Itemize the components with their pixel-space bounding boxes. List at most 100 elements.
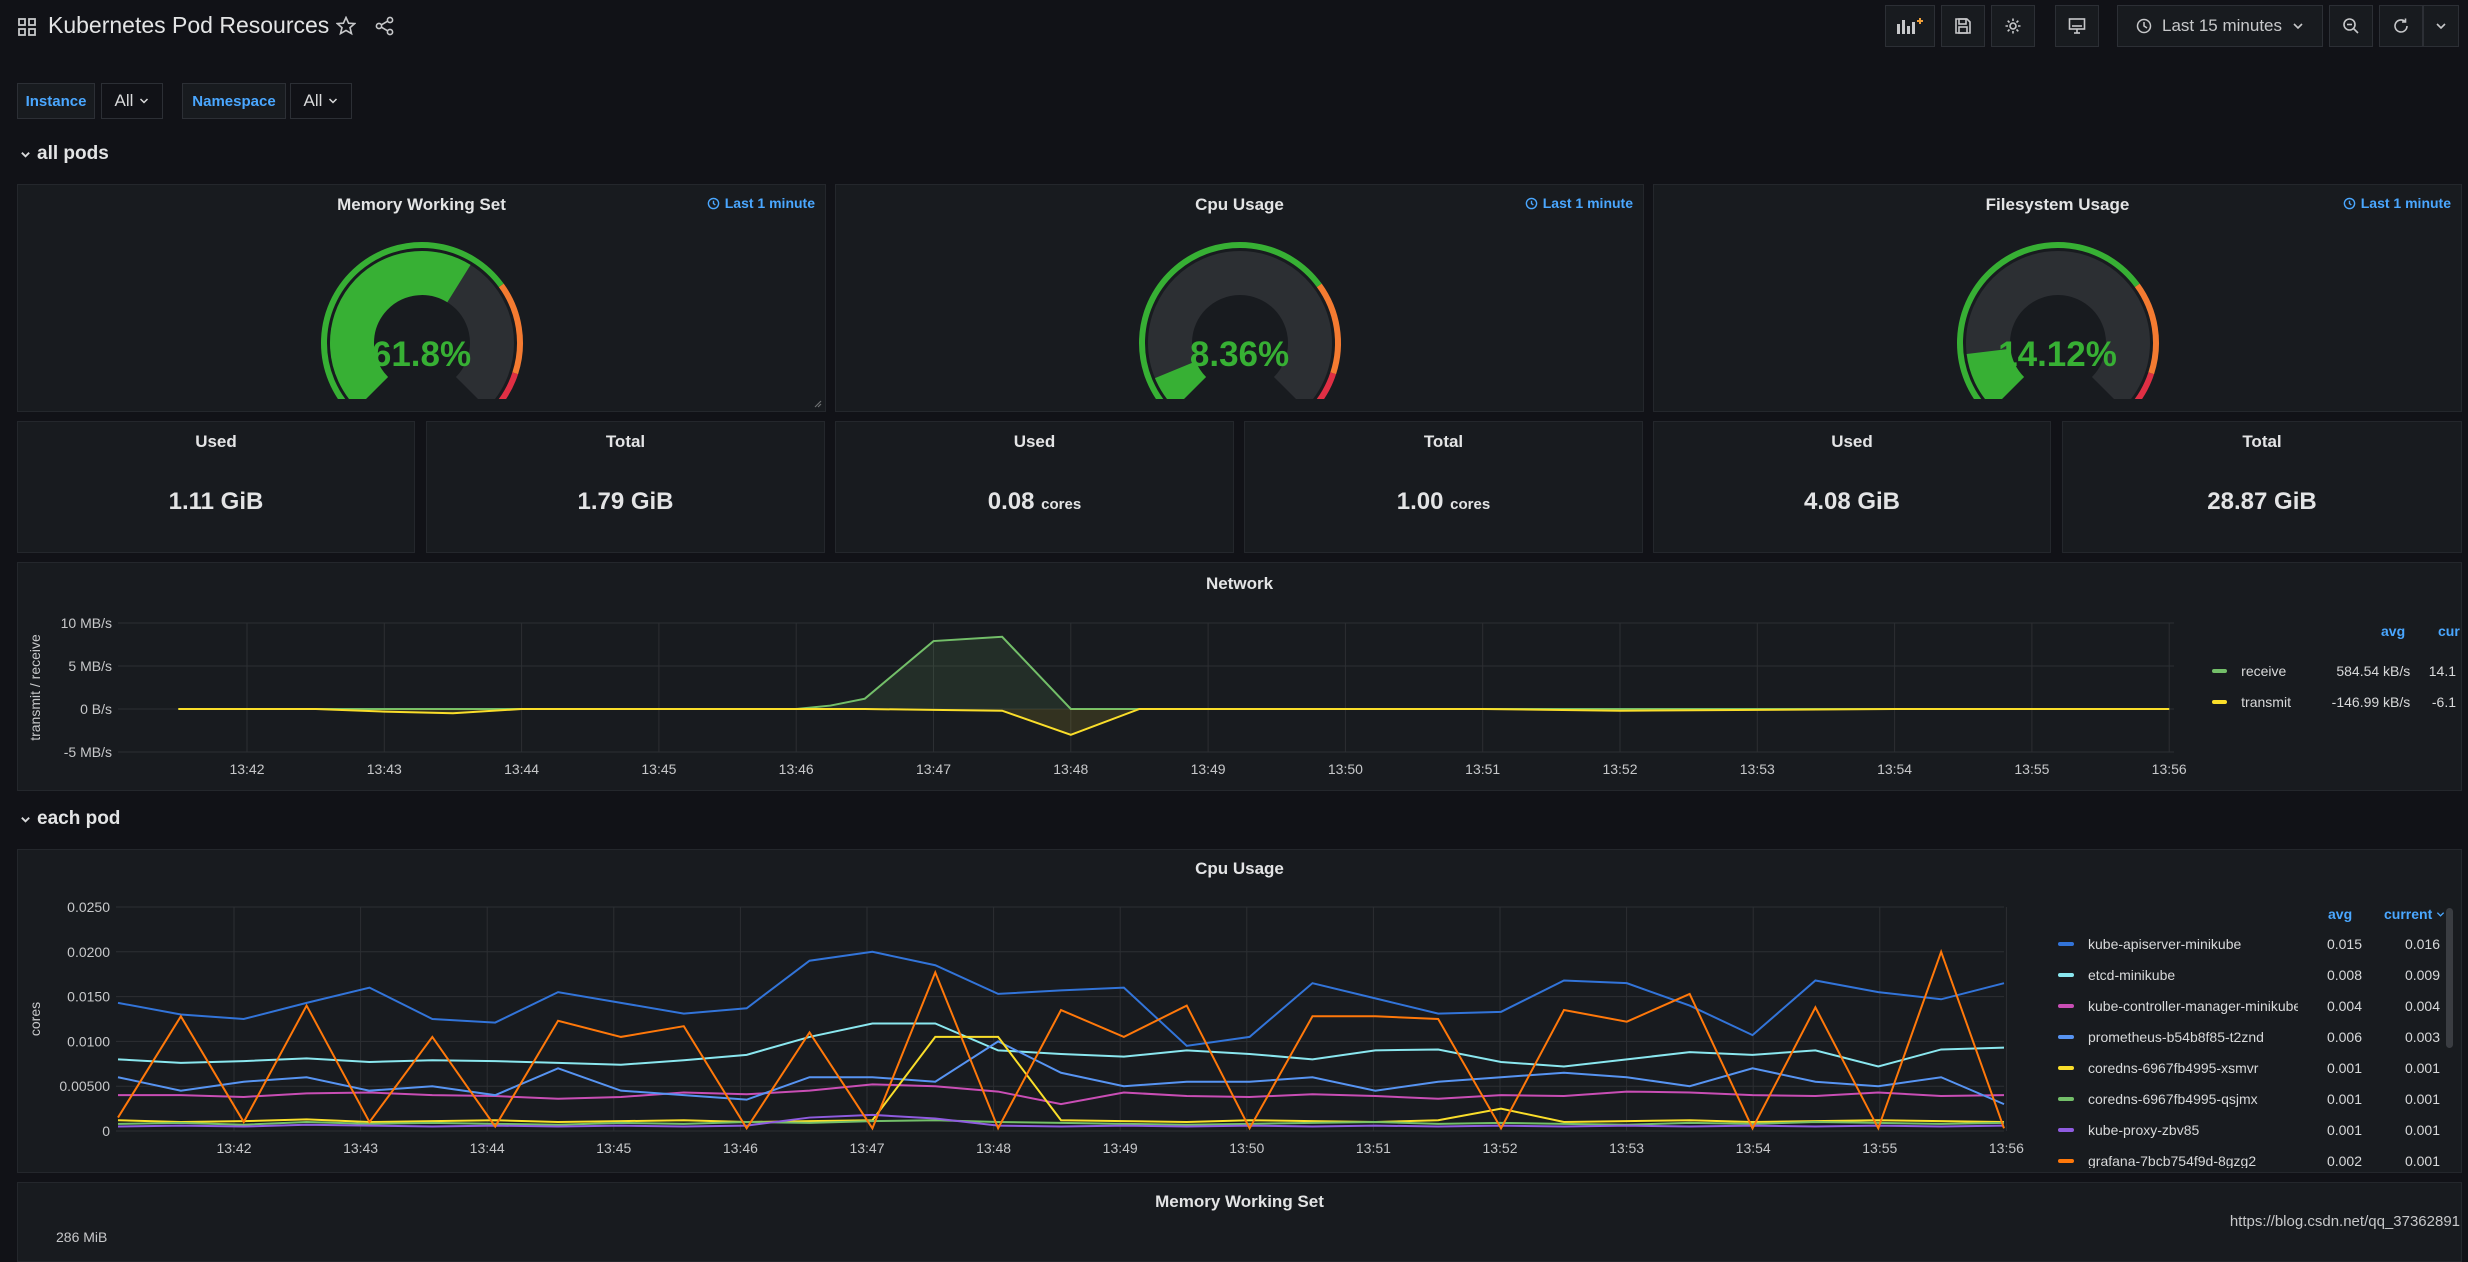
legend-avg: -146.99 kB/s xyxy=(2331,693,2411,710)
stat-number: 1.79 GiB xyxy=(577,488,674,515)
refresh-interval-button[interactable] xyxy=(2423,5,2459,47)
dashboards-grid-icon[interactable] xyxy=(18,18,36,36)
time-picker-button[interactable]: Last 15 minutes xyxy=(2117,5,2323,47)
x-tick-label: 13:54 xyxy=(1736,1140,1771,1156)
legend-avg: 0.006 xyxy=(2326,1028,2362,1045)
x-tick-label: 13:51 xyxy=(1465,761,1500,777)
series-line-transmit xyxy=(178,708,2170,736)
row-title-all-pods: all pods xyxy=(37,143,109,164)
stat-unit: cores xyxy=(1041,496,1082,513)
y-axis-tick: 286 MiB xyxy=(56,1229,108,1245)
save-dashboard-button[interactable] xyxy=(1941,5,1985,47)
refresh-icon xyxy=(2394,18,2408,33)
legend-item[interactable]: kube-controller-manager-minikube 0.004 0.0… xyxy=(2034,990,2444,1021)
filesystem-used-stat[interactable]: Used 4.08 GiB xyxy=(1653,421,2051,553)
refresh-button[interactable] xyxy=(2379,5,2423,47)
settings-button[interactable] xyxy=(1991,5,2035,47)
panel-title: Cpu Usage xyxy=(1195,195,1284,214)
legend-item[interactable]: grafana-7bcb754f9d-8gzg2 0.002 0.001 xyxy=(2034,1145,2444,1168)
legend-header-current[interactable]: current xyxy=(2384,906,2445,922)
legend-current: 0.001 xyxy=(2404,1090,2440,1107)
dashboard-title[interactable]: Kubernetes Pod Resources xyxy=(48,12,329,39)
legend-current: 0.001 xyxy=(2404,1152,2440,1169)
namespace-variable-select[interactable]: All xyxy=(290,83,352,119)
zoom-out-button[interactable] xyxy=(2329,5,2373,47)
x-tick-label: 13:50 xyxy=(1229,1140,1264,1156)
legend-avg: 0.004 xyxy=(2326,997,2362,1014)
y-tick-label: 5 MB/s xyxy=(68,658,112,674)
time-override-badge: Last 1 minute xyxy=(2343,195,2451,211)
legend-item[interactable]: coredns-6967fb4995-xsmvr 0.001 0.001 xyxy=(2034,1052,2444,1083)
row-all-pods[interactable]: all pods xyxy=(20,143,109,165)
cpu-total-stat[interactable]: Total 1.00 cores xyxy=(1244,421,1643,553)
legend-swatch xyxy=(2058,1158,2074,1163)
network-legend: avg curr receive 584.54 kB/s 14.1 transm… xyxy=(2198,613,2460,733)
legend-swatch xyxy=(2058,1003,2074,1008)
x-tick-label: 13:46 xyxy=(779,761,814,777)
stat-value: 28.87 GiB xyxy=(2063,488,2461,516)
chart-grid xyxy=(116,906,2007,1132)
stat-title: Used xyxy=(1013,432,1056,451)
memory-total-stat[interactable]: Total 1.79 GiB xyxy=(426,421,825,553)
y-axis-label: cores xyxy=(27,1002,43,1036)
stat-title: Total xyxy=(1423,432,1464,451)
instance-variable-select[interactable]: All xyxy=(101,83,163,119)
cpu-used-stat[interactable]: Used 0.08 cores xyxy=(835,421,1234,553)
legend-avg: 0.015 xyxy=(2326,935,2362,952)
filesystem-usage-gauge-panel[interactable]: Filesystem Usage Last 1 minute 14.12% xyxy=(1653,184,2462,412)
cpu-usage-gauge-panel[interactable]: Cpu Usage Last 1 minute 8.36% xyxy=(835,184,1644,412)
clock-icon xyxy=(1525,197,1538,209)
clock-icon xyxy=(2343,197,2356,209)
legend-header-current-label: current xyxy=(2384,906,2433,922)
cpu-gauge xyxy=(1139,242,1341,399)
legend-header-avg[interactable]: avg xyxy=(2381,623,2405,639)
memory-working-set-gauge-panel[interactable]: Memory Working Set Last 1 minute 61.8% xyxy=(17,184,826,412)
pod-cpu-usage-graph-panel[interactable]: Cpu Usage 0.0250 0.0200 0.0150 0.0100 0.0050… xyxy=(17,849,2462,1173)
stat-number: 28.87 GiB xyxy=(2207,488,2317,515)
legend-header-avg[interactable]: avg xyxy=(2328,906,2352,922)
stat-value: 1.11 GiB xyxy=(18,488,414,516)
panel-title: Memory Working Set xyxy=(1155,1192,1324,1211)
share-icon[interactable] xyxy=(375,16,395,36)
legend-item[interactable]: coredns-6967fb4995-qsjmx 0.001 0.001 xyxy=(2034,1083,2444,1114)
panel-title: Filesystem Usage xyxy=(1985,195,2130,214)
legend-scrollbar[interactable] xyxy=(2446,908,2453,1048)
legend-header-current[interactable]: curr xyxy=(2438,623,2460,639)
legend-current: 14.1 xyxy=(2428,662,2456,679)
filesystem-gauge xyxy=(1957,242,2159,399)
legend-item-transmit[interactable]: transmit -146.99 kB/s -6.1 xyxy=(2198,686,2460,717)
y-tick-label: 0 xyxy=(102,1123,110,1139)
x-tick-label: 13:52 xyxy=(1602,761,1637,777)
star-icon[interactable] xyxy=(336,16,356,36)
network-chart[interactable]: 10 MB/s 5 MB/s 0 B/s -5 MB/s 13:42 13:43 13:44… xyxy=(18,563,2188,792)
resize-handle-icon[interactable] xyxy=(814,400,822,408)
x-tick-label: 13:55 xyxy=(2014,761,2049,777)
legend-item-receive[interactable]: receive 584.54 kB/s 14.1 xyxy=(2198,655,2460,686)
series-line-grafana-7bcb754f9d-8gzg2 xyxy=(117,948,2005,1131)
legend-series-name: coredns-6967fb4995-qsjmx xyxy=(2088,1090,2258,1107)
filesystem-total-stat[interactable]: Total 28.87 GiB xyxy=(2062,421,2462,553)
chevron-down-icon xyxy=(2436,23,2446,30)
row-each-pod[interactable]: each pod xyxy=(20,808,120,830)
pod-cpu-chart[interactable]: 0.0250 0.0200 0.0150 0.0100 0.00500 0 13:42 13:… xyxy=(18,850,2026,1174)
legend-item[interactable]: kube-apiserver-minikube 0.015 0.016 xyxy=(2034,928,2444,959)
pod-memory-working-set-graph-panel[interactable]: Memory Working Set 286 MiB xyxy=(17,1182,2462,1262)
legend-item[interactable]: etcd-minikube 0.008 0.009 xyxy=(2034,959,2444,990)
instance-variable-value: All xyxy=(114,91,134,110)
instance-variable-label: Instance xyxy=(17,83,95,119)
series-area-receive xyxy=(178,636,2170,709)
legend-item[interactable]: kube-proxy-zbv85 0.001 0.001 xyxy=(2034,1114,2444,1145)
stat-number: 0.08 xyxy=(987,488,1035,515)
add-panel-button[interactable] xyxy=(1885,5,1935,47)
memory-used-stat[interactable]: Used 1.11 GiB xyxy=(17,421,415,553)
network-graph-panel[interactable]: Network 10 MB/s 5 MB/s 0 B/s -5 MB/s 13:42 13… xyxy=(17,562,2462,791)
stat-value: 0.08 cores xyxy=(836,488,1233,516)
time-override-badge: Last 1 minute xyxy=(707,195,815,211)
legend-item[interactable]: prometheus-b54b8f85-t2znd 0.006 0.003 xyxy=(2034,1021,2444,1052)
x-tick-label: 13:47 xyxy=(849,1140,884,1156)
tv-mode-button[interactable] xyxy=(2055,5,2099,47)
watermark: https://blog.csdn.net/qq_37362891 xyxy=(2229,1213,2460,1230)
gauge-value: 14.12% xyxy=(1998,335,2117,374)
chevron-down-icon xyxy=(21,816,30,823)
x-tick-label: 13:42 xyxy=(216,1140,251,1156)
